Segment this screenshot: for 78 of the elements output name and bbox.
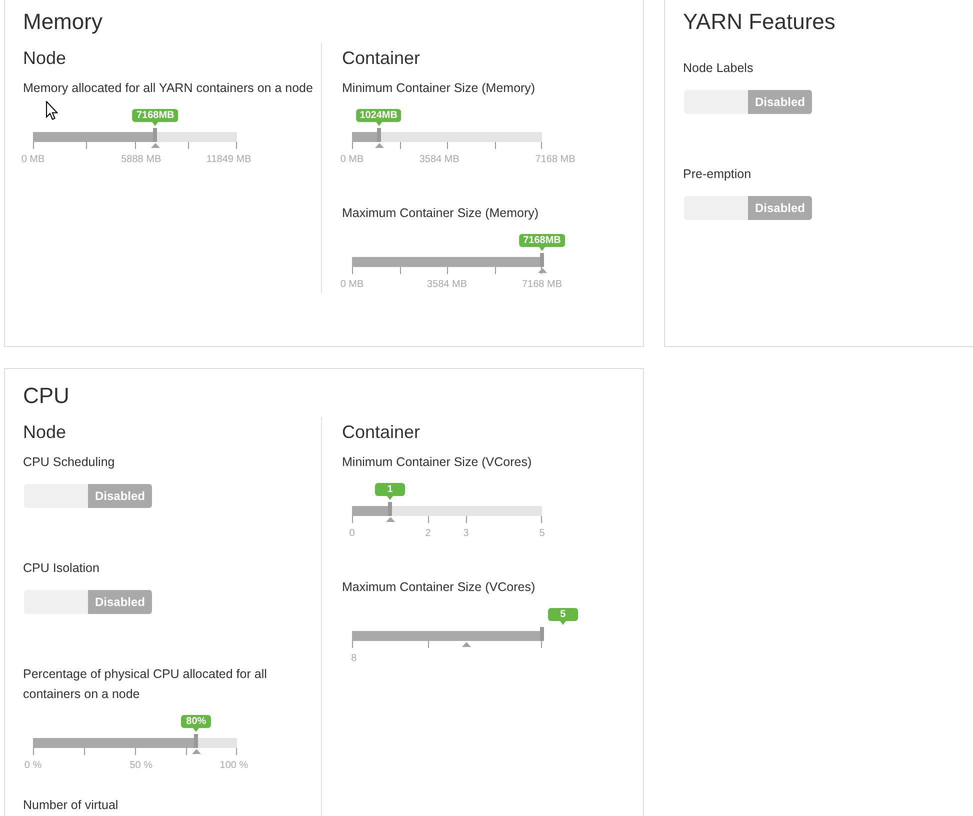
tick-mark	[236, 748, 237, 755]
value-tooltip: 7168MB	[132, 109, 178, 126]
tick-mark	[494, 142, 496, 149]
triangle-marker-icon	[192, 749, 202, 754]
tick-label: 0 %	[24, 760, 42, 772]
value-tooltip: 5	[548, 608, 578, 625]
tick-label: 3	[463, 528, 469, 540]
tick-label: 0	[349, 528, 355, 540]
tick-mark	[186, 748, 187, 755]
triangle-marker-icon	[151, 143, 160, 148]
tick-label: 3584 MB	[419, 154, 460, 166]
tick-mark	[352, 641, 353, 648]
tick-mark	[447, 142, 448, 149]
tick-mark	[84, 748, 85, 755]
triangle-marker-icon	[374, 143, 384, 148]
triangle-marker-icon	[462, 642, 471, 647]
setting-label: Maximum Container Size (Memory)	[342, 205, 539, 222]
tick-label: 7168 MB	[535, 154, 576, 166]
setting-label: Pre-emption	[683, 166, 752, 183]
tick-mark	[86, 142, 88, 149]
column-heading: Container	[342, 421, 422, 444]
slider-handle[interactable]	[540, 253, 544, 267]
tick-mark	[352, 516, 353, 523]
slider-handle[interactable]	[194, 734, 198, 748]
tick-mark	[236, 142, 237, 149]
section-title: CPU	[23, 383, 70, 409]
tick-label: 11849 MB	[206, 154, 252, 166]
tick-mark	[428, 516, 429, 523]
slider-handle[interactable]	[153, 128, 158, 142]
tick-mark	[352, 267, 353, 274]
slider-handle[interactable]	[376, 128, 381, 142]
value-tooltip: 7168MB	[519, 234, 565, 251]
triangle-marker-icon	[386, 517, 395, 522]
setting-label: Memory allocated for all YARN containers on a node	[23, 80, 313, 97]
tick-label: 3584 MB	[426, 279, 468, 291]
triangle-marker-icon	[538, 268, 547, 273]
tick-mark	[541, 516, 542, 523]
setting-label: Maximum Container Size (VCores)	[342, 579, 536, 596]
tick-label: 0 MB	[340, 279, 364, 291]
tick-mark	[33, 142, 34, 149]
setting-label: CPU Scheduling	[23, 454, 115, 471]
tick-mark	[494, 267, 496, 274]
tick-label: 50 %	[130, 760, 152, 772]
tick-mark	[466, 516, 467, 523]
setting-label: Minimum Container Size (VCores)	[342, 454, 532, 471]
value-tooltip: 1	[375, 483, 405, 500]
setting-label: Percentage of physical CPU allocated for all containers on a node	[23, 666, 268, 703]
setting-label: CPU Isolation	[23, 560, 100, 577]
tick-mark	[135, 142, 136, 149]
tick-label: 0 MB	[340, 154, 364, 166]
setting-label: Node Labels	[683, 60, 754, 77]
column-heading: Node	[23, 421, 68, 444]
tick-label: 0 MB	[21, 154, 45, 166]
tick-mark	[188, 142, 190, 149]
column-heading: Container	[342, 47, 422, 70]
tick-mark	[541, 142, 542, 149]
setting-label: Minimum Container Size (Memory)	[342, 80, 536, 97]
tick-label: 8	[351, 653, 357, 665]
value-tooltip: 80%	[181, 715, 212, 732]
tick-mark	[541, 641, 542, 648]
mouse-pointer-icon	[46, 101, 58, 120]
tick-label: 5	[539, 528, 545, 540]
section-title: YARN Features	[683, 9, 836, 35]
value-tooltip: 1024MB	[356, 109, 402, 126]
setting-label: Number of virtual	[23, 797, 118, 814]
tick-label: 100 %	[220, 760, 248, 772]
tick-label: 5888 MB	[121, 154, 162, 166]
tick-mark	[352, 142, 353, 149]
tick-label: 2	[425, 528, 431, 540]
tick-label: 7168 MB	[522, 279, 562, 291]
tick-mark	[428, 641, 429, 648]
slider-handle[interactable]	[388, 502, 392, 516]
tick-mark	[135, 748, 136, 755]
slider-handle[interactable]	[540, 627, 544, 641]
section-title: Memory	[23, 9, 104, 35]
column-heading: Node	[23, 47, 68, 70]
tick-mark	[447, 267, 448, 274]
tick-mark	[33, 748, 34, 755]
